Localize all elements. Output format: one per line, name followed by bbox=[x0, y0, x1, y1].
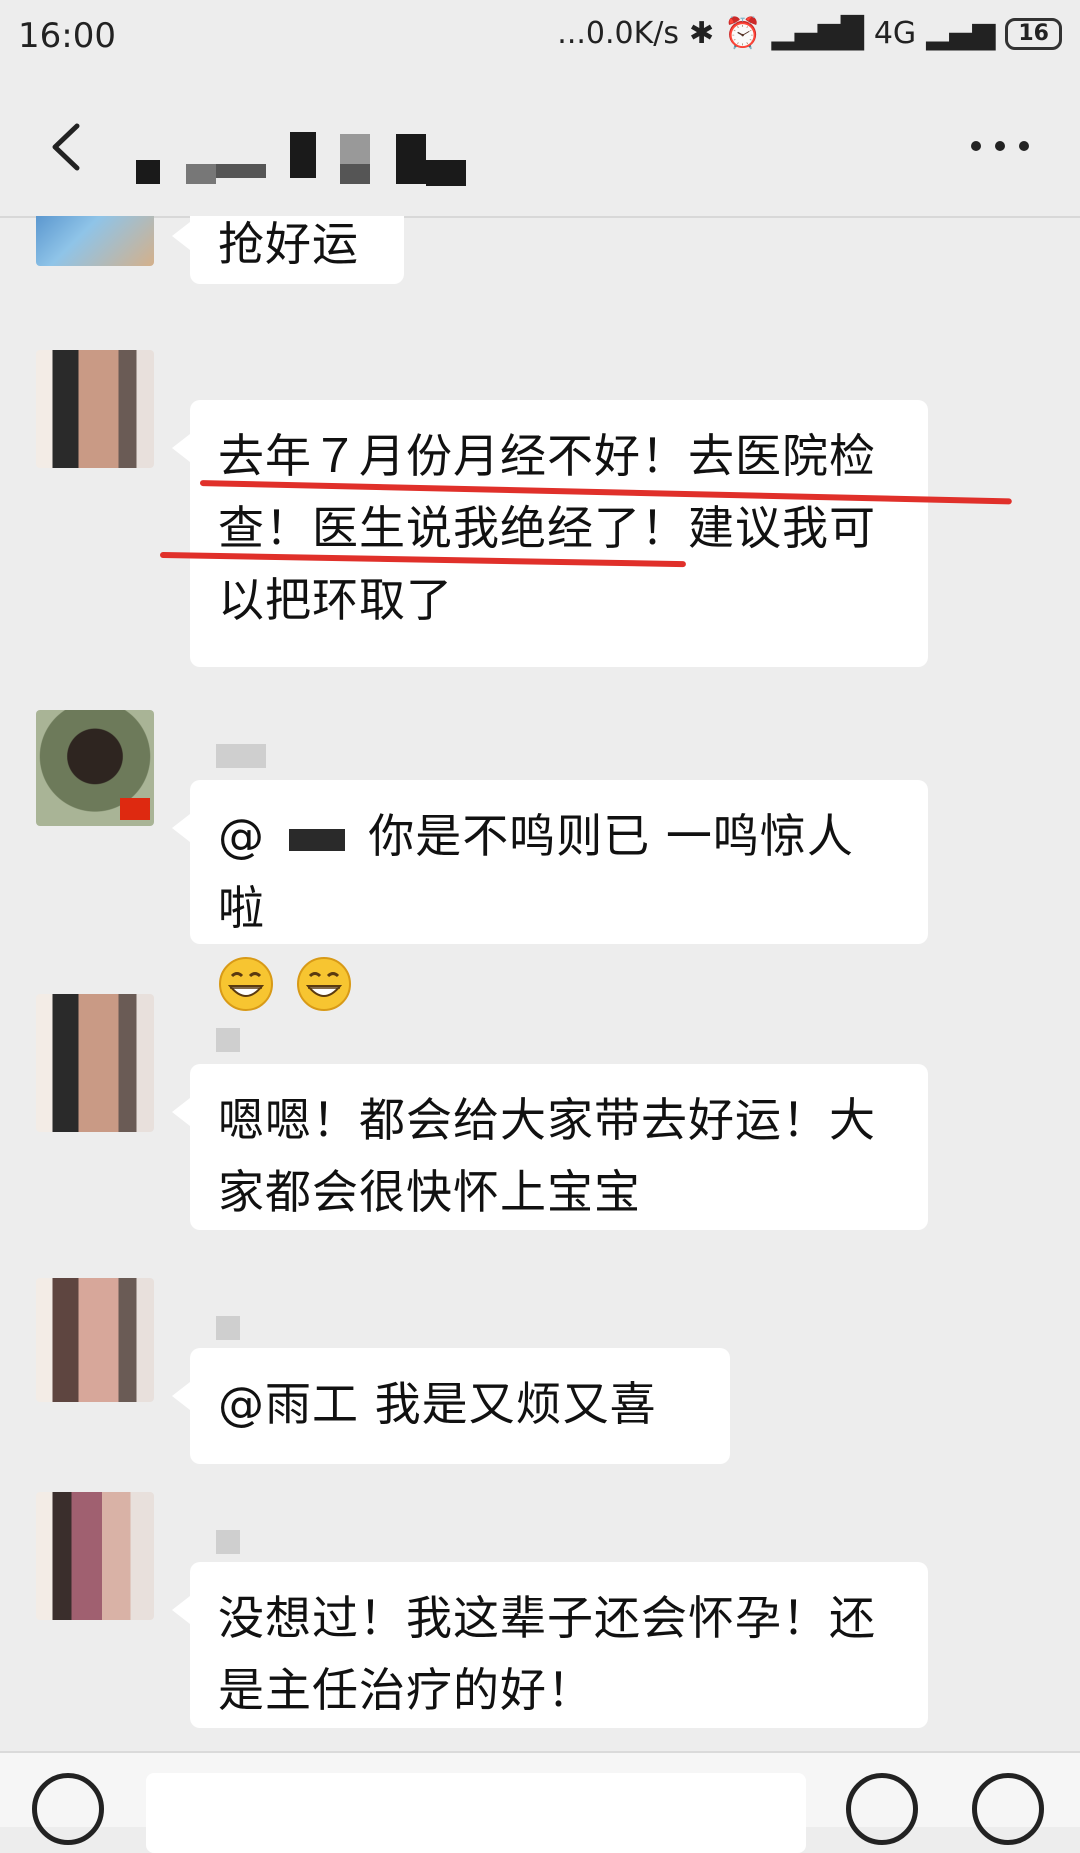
battery-icon: 16 bbox=[1005, 17, 1062, 50]
avatar[interactable] bbox=[36, 710, 154, 826]
message-bubble[interactable]: @雨工 我是又烦又喜 bbox=[172, 1348, 730, 1464]
mention-text: @ bbox=[218, 809, 265, 863]
message-line: 去年７月份月经不好！去医院检 bbox=[218, 429, 876, 483]
message-line: 是主任治疗的好！ bbox=[218, 1663, 594, 1717]
status-bar: 16:00 ...0.0K/s ✱ ⏰ ▂▄▆█ 4G ▂▄▆ 16 bbox=[0, 0, 1080, 76]
sender-name-redacted bbox=[216, 1530, 240, 1554]
mention-name-redacted bbox=[288, 828, 345, 851]
message-text: 抢好运 bbox=[218, 217, 359, 271]
flag-badge bbox=[120, 798, 150, 820]
status-icons: ...0.0K/s ✱ ⏰ ▂▄▆█ 4G ▂▄▆ 16 bbox=[557, 16, 1062, 51]
message-line: 以把环取了 bbox=[218, 573, 453, 627]
message-bubble[interactable]: 没想过！我这辈子还会怀孕！还 是主任治疗的好！ bbox=[172, 1562, 928, 1728]
more-actions-button[interactable] bbox=[972, 1773, 1044, 1845]
input-bar bbox=[0, 1751, 1080, 1853]
avatar[interactable] bbox=[36, 1492, 154, 1620]
sender-name-redacted bbox=[216, 744, 266, 768]
voice-input-button[interactable] bbox=[32, 1773, 104, 1845]
status-time: 16:00 bbox=[18, 16, 116, 56]
emoji-button[interactable] bbox=[846, 1773, 918, 1845]
message-line: 家都会很快怀上宝宝 bbox=[218, 1165, 641, 1219]
chat-message-list[interactable]: 抢好运 去年７月份月经不好！去医院检 查！医生说我绝经了！建议我可 以把环取了 … bbox=[0, 216, 1080, 1751]
chevron-left-icon bbox=[52, 123, 80, 171]
message-line: 嗯嗯！都会给大家带去好运！大 bbox=[218, 1093, 876, 1147]
signal-icon-2: ▂▄▆ bbox=[926, 16, 996, 51]
message-bubble[interactable]: 去年７月份月经不好！去医院检 查！医生说我绝经了！建议我可 以把环取了 bbox=[172, 400, 928, 667]
signal-icon: ▂▄▆█ bbox=[771, 16, 864, 51]
message-input[interactable] bbox=[146, 1773, 806, 1853]
alarm-icon: ⏰ bbox=[724, 16, 762, 51]
avatar[interactable] bbox=[36, 1278, 154, 1402]
message-bubble[interactable]: 嗯嗯！都会给大家带去好运！大 家都会很快怀上宝宝 bbox=[172, 1064, 928, 1230]
bluetooth-icon: ✱ bbox=[689, 16, 715, 51]
avatar[interactable] bbox=[36, 350, 154, 468]
back-button[interactable] bbox=[36, 112, 96, 182]
message-bubble[interactable]: 抢好运 bbox=[172, 216, 404, 284]
avatar[interactable] bbox=[36, 994, 154, 1132]
sender-name-redacted bbox=[216, 1316, 240, 1340]
network-speed: ...0.0K/s bbox=[557, 16, 680, 51]
chat-title-redacted bbox=[130, 124, 490, 194]
more-button[interactable] bbox=[960, 126, 1040, 166]
message-line: 查！医生说我绝经了！建议我可 bbox=[218, 501, 876, 555]
message-bubble[interactable]: @ 你是不鸣则已 一鸣惊人啦 bbox=[172, 780, 928, 1011]
grin-emoji bbox=[219, 956, 273, 1011]
more-dots-icon bbox=[971, 141, 1029, 151]
network-type: 4G bbox=[873, 16, 917, 51]
sender-name-redacted bbox=[216, 1028, 240, 1052]
grin-emoji bbox=[296, 956, 351, 1011]
message-text: @雨工 我是又烦又喜 bbox=[218, 1377, 657, 1431]
avatar[interactable] bbox=[36, 216, 154, 266]
chat-header bbox=[0, 76, 1080, 218]
message-line: 没想过！我这辈子还会怀孕！还 bbox=[218, 1591, 876, 1645]
